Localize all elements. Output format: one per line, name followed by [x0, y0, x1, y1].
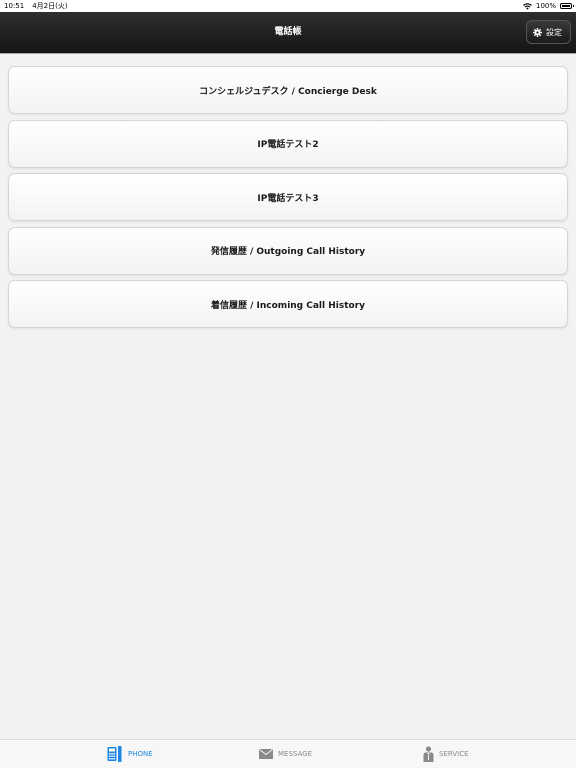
phonebook-list: コンシェルジュデスク / Concierge Desk IP電話テスト2 IP電…	[8, 66, 568, 334]
tab-label: MESSAGE	[278, 750, 312, 758]
status-left: 10:51 4月2日(火)	[4, 0, 68, 12]
settings-button[interactable]: 設定	[526, 20, 571, 44]
status-time: 10:51	[4, 2, 25, 10]
list-item-label: IP電話テスト2	[257, 140, 319, 150]
gear-icon	[533, 27, 542, 37]
envelope-icon	[259, 749, 273, 759]
list-item-incoming-call-history[interactable]: 着信履歴 / Incoming Call History	[8, 280, 568, 328]
list-item-ip-phone-test-3[interactable]: IP電話テスト3	[8, 173, 568, 221]
tab-label: PHONE	[128, 750, 153, 758]
settings-label: 設定	[546, 27, 562, 37]
battery-percent: 100%	[535, 2, 556, 10]
battery-icon	[560, 3, 574, 9]
list-item-label: 着信履歴 / Incoming Call History	[210, 300, 366, 311]
tab-service[interactable]: SERVICE	[423, 740, 469, 768]
list-item-label: 発信履歴 / Outgoing Call History	[210, 247, 366, 257]
list-item-outgoing-call-history[interactable]: 発信履歴 / Outgoing Call History	[8, 226, 568, 275]
status-right: 100%	[523, 0, 574, 12]
status-date: 4月2日(火)	[32, 2, 68, 10]
phone-icon	[107, 746, 122, 762]
wifi-icon	[523, 2, 532, 10]
list-item-label: IP電話テスト3	[257, 193, 319, 204]
status-bar: 10:51 4月2日(火) 100%	[0, 0, 576, 12]
tab-bar: PHONE MESSAGE SERVICE	[0, 739, 576, 768]
list-item-ip-phone-test-2[interactable]: IP電話テスト2	[8, 119, 568, 168]
concierge-icon	[423, 746, 434, 762]
tab-message[interactable]: MESSAGE	[259, 740, 312, 768]
tab-phone[interactable]: PHONE	[107, 740, 153, 768]
list-item-label: コンシェルジュデスク / Concierge Desk	[199, 86, 377, 97]
list-item-concierge-desk[interactable]: コンシェルジュデスク / Concierge Desk	[8, 66, 568, 114]
page-title: 電話帳	[274, 27, 302, 37]
nav-bar: 電話帳 設定	[0, 12, 576, 53]
tab-label: SERVICE	[439, 750, 469, 758]
